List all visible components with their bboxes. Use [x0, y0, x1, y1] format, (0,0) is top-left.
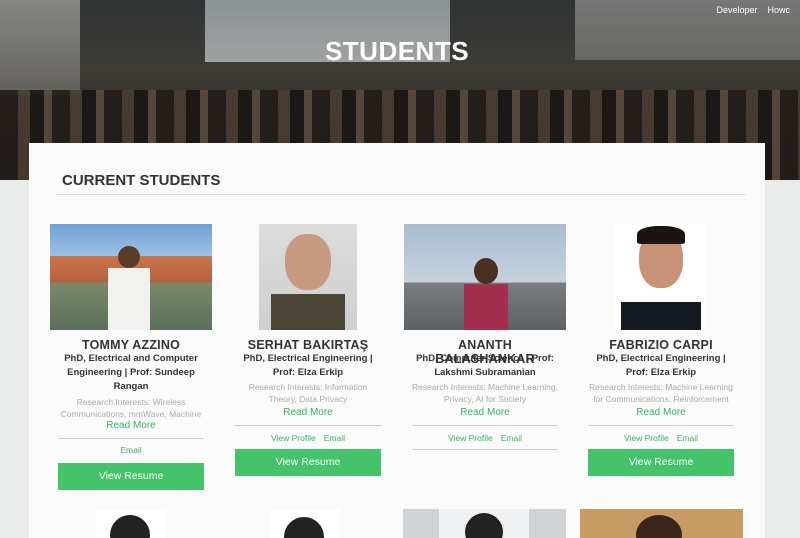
student-degree: PhD, Electrical Engineering | Prof: Elza…	[596, 353, 726, 378]
read-more-link[interactable]: Read More	[588, 407, 734, 418]
students-panel: CURRENT STUDENTS TOMMY AZZINO PhD, Elect…	[29, 143, 765, 538]
card-links: Email	[58, 445, 204, 455]
student-interests: Research Interests: Information Theory, …	[248, 382, 368, 404]
card-divider	[588, 425, 734, 426]
nav-item-developer[interactable]: Developer	[716, 5, 757, 15]
student-photo	[403, 509, 566, 538]
student-degree: PhD, Electrical and Computer Engineering…	[64, 353, 198, 392]
card-links: View Profile Email	[588, 433, 734, 443]
nav-item-howc[interactable]: Howc	[767, 5, 790, 15]
card-divider	[235, 425, 381, 426]
section-divider	[56, 194, 745, 195]
email-link[interactable]: Email	[120, 445, 141, 455]
view-resume-button[interactable]: View Resume	[235, 449, 381, 476]
section-title: CURRENT STUDENTS	[62, 172, 221, 189]
email-link[interactable]: Email	[501, 433, 522, 443]
card-links: View Profile Email	[235, 433, 381, 443]
read-more-link[interactable]: Read More	[412, 407, 558, 418]
card-divider	[412, 425, 558, 426]
view-resume-button[interactable]: View Resume	[588, 449, 734, 476]
card-divider	[412, 449, 558, 450]
student-photo	[50, 224, 212, 330]
card-links: View Profile Email	[412, 433, 558, 443]
student-photo	[404, 224, 566, 330]
view-resume-button[interactable]: View Resume	[58, 463, 204, 490]
read-more-link[interactable]: Read More	[235, 407, 381, 418]
top-nav: Developer Howc	[716, 5, 800, 15]
student-interests: Research Interests: Machine Learning, Pr…	[412, 382, 558, 404]
student-interests: Research Interests: Wireless Communicati…	[60, 397, 202, 419]
student-photo	[615, 224, 707, 330]
email-link[interactable]: Email	[677, 433, 698, 443]
view-profile-link[interactable]: View Profile	[271, 433, 316, 443]
page-title: STUDENTS	[324, 36, 470, 66]
student-photo	[96, 509, 166, 538]
student-name: FABRIZIO CARPI	[609, 338, 713, 352]
student-name: TOMMY AZZINO	[82, 338, 180, 352]
student-photo	[580, 509, 743, 538]
student-degree: PhD, Computer Science | Prof: Lakshmi Su…	[416, 353, 554, 378]
email-link[interactable]: Email	[324, 433, 345, 443]
student-interests: Research Interests: Machine Learning for…	[589, 382, 733, 404]
view-profile-link[interactable]: View Profile	[624, 433, 669, 443]
read-more-link[interactable]: Read More	[58, 420, 204, 431]
student-photo	[270, 509, 340, 538]
student-degree: PhD, Electrical Engineering | Prof: Elza…	[243, 353, 373, 378]
student-photo	[259, 224, 357, 330]
view-profile-link[interactable]: View Profile	[448, 433, 493, 443]
card-divider	[58, 438, 204, 439]
student-name: SERHAT BAKIRTAŞ	[247, 338, 369, 352]
